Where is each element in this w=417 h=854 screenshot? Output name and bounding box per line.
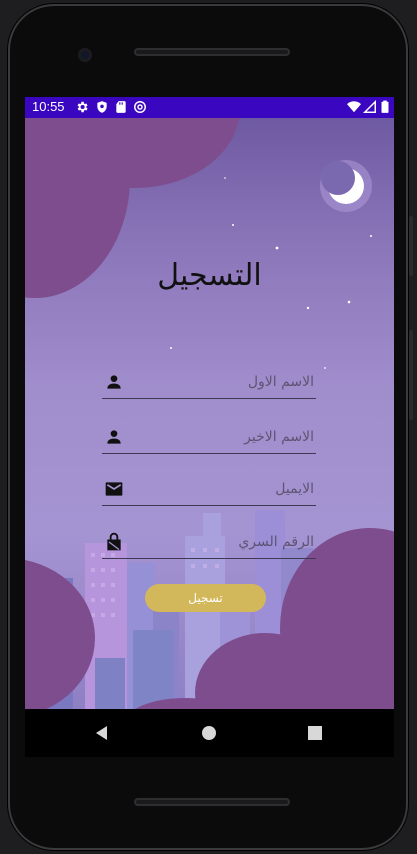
- top-speaker: [134, 48, 290, 56]
- sd-card-icon: [116, 101, 126, 113]
- navigation-bar: [25, 709, 394, 757]
- screen: 10:55 التسجيل الاسم الاول الاسم الاخير ا…: [25, 97, 394, 709]
- register-screen: التسجيل الاسم الاول الاسم الاخير الايميل…: [25, 118, 394, 709]
- status-bar: 10:55: [25, 97, 394, 118]
- background-art: [25, 118, 394, 709]
- battery-icon: [381, 100, 389, 113]
- page-title: التسجيل: [157, 258, 262, 293]
- lock-icon: [107, 532, 121, 551]
- bottom-speaker: [134, 798, 290, 806]
- home-icon[interactable]: [199, 723, 219, 743]
- last-name-field: [102, 423, 316, 454]
- register-button[interactable]: تسجيل: [145, 584, 266, 612]
- at-sign-icon: [134, 101, 146, 113]
- email-field: [102, 475, 316, 506]
- first-name-input[interactable]: [132, 368, 314, 396]
- email-input[interactable]: [132, 475, 314, 503]
- mail-icon: [105, 482, 123, 496]
- front-camera: [78, 48, 92, 62]
- person-icon: [107, 430, 121, 444]
- recents-icon[interactable]: [305, 723, 325, 743]
- first-name-field: [102, 368, 316, 399]
- person-icon: [107, 375, 121, 389]
- last-name-input[interactable]: [132, 423, 314, 451]
- password-field: [102, 528, 316, 559]
- status-time: 10:55: [32, 99, 65, 114]
- shield-icon: [97, 101, 107, 113]
- gear-icon: [77, 101, 88, 113]
- volume-button: [409, 330, 413, 420]
- power-button: [409, 216, 413, 276]
- wifi-icon: [347, 101, 361, 113]
- back-icon[interactable]: [92, 723, 112, 743]
- signal-icon: [363, 100, 376, 113]
- password-input[interactable]: [132, 528, 314, 556]
